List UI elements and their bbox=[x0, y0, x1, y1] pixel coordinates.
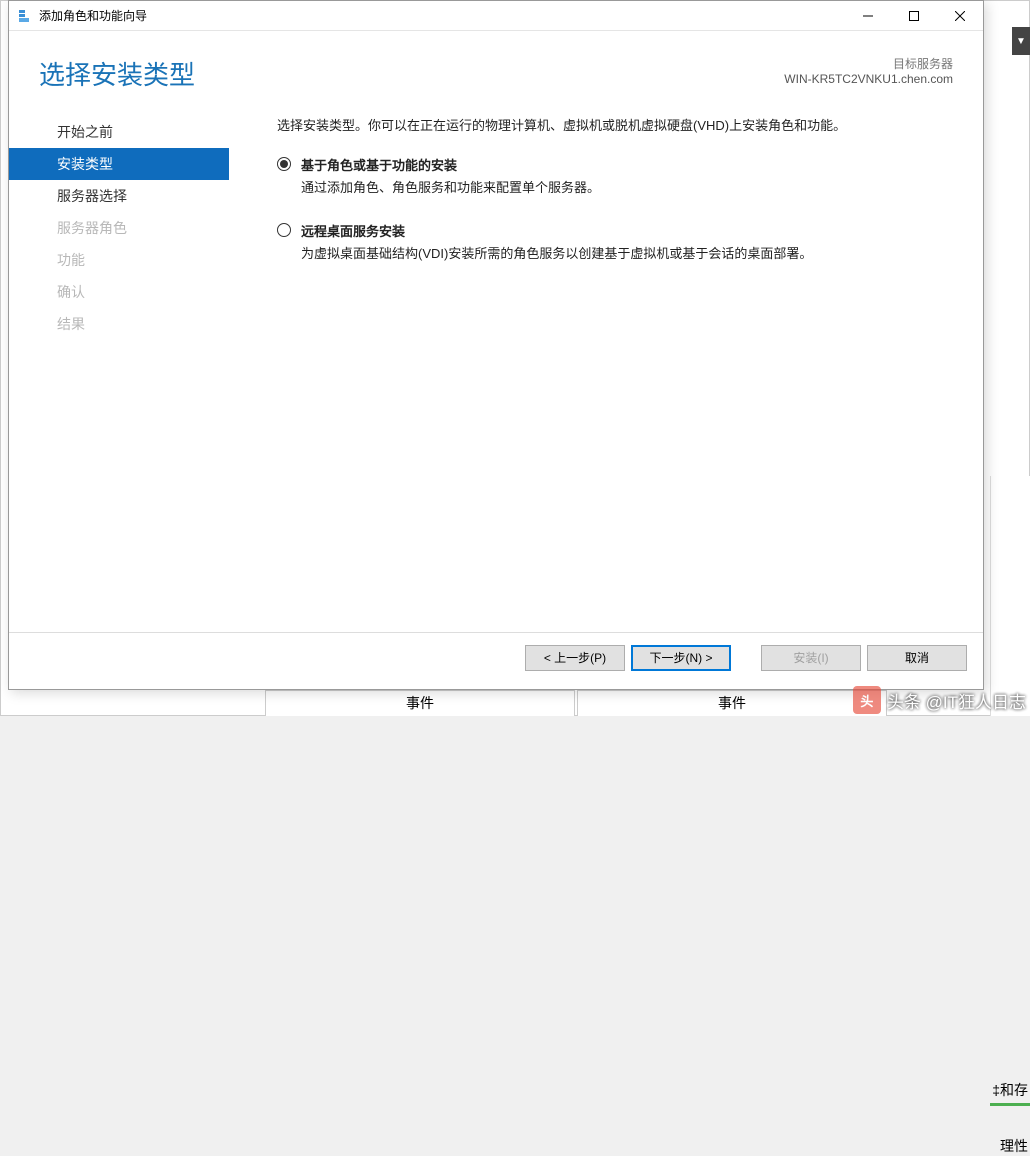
wizard-footer: < 上一步(P) 下一步(N) > 安装(I) 取消 bbox=[9, 632, 983, 682]
radio-role-based[interactable] bbox=[277, 157, 291, 171]
step-results: 结果 bbox=[9, 308, 229, 340]
option-role-based[interactable]: 基于角色或基于功能的安装 通过添加角色、角色服务和功能来配置单个服务器。 bbox=[277, 155, 953, 199]
install-button: 安装(I) bbox=[761, 645, 861, 671]
bg-green-bar bbox=[990, 1103, 1030, 1106]
step-installation-type[interactable]: 安装类型 bbox=[9, 148, 229, 180]
bg-tab: 事件 bbox=[577, 690, 887, 716]
background-dropdown-icon: ▼ bbox=[1012, 27, 1030, 55]
maximize-button[interactable] bbox=[891, 1, 937, 31]
close-button[interactable] bbox=[937, 1, 983, 31]
radio-remote-desktop[interactable] bbox=[277, 223, 291, 237]
toutiao-logo-icon: 头 bbox=[853, 686, 881, 714]
wizard-header: 选择安装类型 目标服务器 WIN-KR5TC2VNKU1.chen.com bbox=[9, 31, 983, 108]
step-server-roles: 服务器角色 bbox=[9, 212, 229, 244]
watermark: 头 头条 @IT狂人日志 bbox=[853, 686, 1026, 714]
titlebar[interactable]: 添加角色和功能向导 bbox=[9, 1, 983, 31]
background-right-pane: ‡和存 理性 bbox=[990, 476, 1030, 716]
step-confirmation: 确认 bbox=[9, 276, 229, 308]
target-server-block: 目标服务器 WIN-KR5TC2VNKU1.chen.com bbox=[784, 55, 953, 86]
bg-text-fragment: ‡和存 bbox=[992, 1080, 1028, 1100]
minimize-button[interactable] bbox=[845, 1, 891, 31]
option-desc: 通过添加角色、角色服务和功能来配置单个服务器。 bbox=[301, 178, 600, 199]
step-before-you-begin[interactable]: 开始之前 bbox=[9, 116, 229, 148]
option-title: 远程桌面服务安装 bbox=[301, 221, 812, 240]
option-remote-desktop[interactable]: 远程桌面服务安装 为虚拟桌面基础结构(VDI)安装所需的角色服务以创建基于虚拟机… bbox=[277, 221, 953, 265]
option-desc: 为虚拟桌面基础结构(VDI)安装所需的角色服务以创建基于虚拟机或基于会话的桌面部… bbox=[301, 244, 812, 265]
target-server-name: WIN-KR5TC2VNKU1.chen.com bbox=[784, 72, 953, 86]
wizard-dialog: 添加角色和功能向导 选择安装类型 目标服务器 WIN-KR5TC2VNKU1.c… bbox=[8, 0, 984, 690]
server-manager-icon bbox=[17, 8, 33, 24]
page-title: 选择安装类型 bbox=[39, 55, 195, 92]
watermark-text: 头条 @IT狂人日志 bbox=[887, 688, 1026, 713]
target-server-label: 目标服务器 bbox=[784, 55, 953, 72]
step-features: 功能 bbox=[9, 244, 229, 276]
bg-tab: 事件 bbox=[265, 690, 575, 716]
previous-button[interactable]: < 上一步(P) bbox=[525, 645, 625, 671]
next-button[interactable]: 下一步(N) > bbox=[631, 645, 731, 671]
wizard-content: 选择安装类型。你可以在正在运行的物理计算机、虚拟机或脱机虚拟硬盘(VHD)上安装… bbox=[229, 108, 983, 632]
wizard-steps-sidebar: 开始之前 安装类型 服务器选择 服务器角色 功能 确认 结果 bbox=[9, 108, 229, 632]
intro-text: 选择安装类型。你可以在正在运行的物理计算机、虚拟机或脱机虚拟硬盘(VHD)上安装… bbox=[277, 116, 953, 137]
cancel-button[interactable]: 取消 bbox=[867, 645, 967, 671]
step-server-selection[interactable]: 服务器选择 bbox=[9, 180, 229, 212]
bg-text-fragment: 理性 bbox=[1000, 1136, 1028, 1156]
option-title: 基于角色或基于功能的安装 bbox=[301, 155, 600, 174]
window-title: 添加角色和功能向导 bbox=[39, 7, 845, 24]
